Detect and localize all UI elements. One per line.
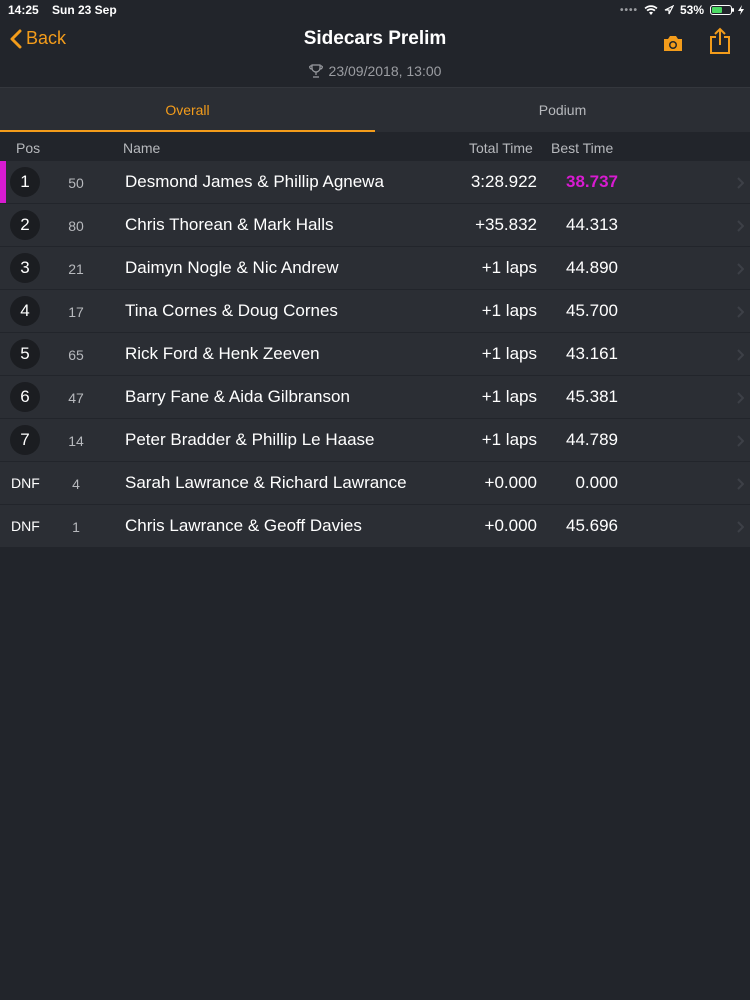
- result-row[interactable]: 6 47 Barry Fane & Aida Gilbranson +1 lap…: [0, 376, 750, 419]
- position-badge: 2: [10, 210, 40, 240]
- chevron-right-icon: [737, 478, 744, 490]
- chevron-right-icon: [737, 306, 744, 318]
- race-number: 17: [68, 304, 84, 320]
- chevron-right-icon: [737, 521, 744, 533]
- position-badge: DNF: [11, 518, 40, 534]
- race-number: 14: [68, 433, 84, 449]
- camera-icon[interactable]: [662, 34, 684, 53]
- position-badge: 4: [10, 296, 40, 326]
- header-best-time: Best Time: [551, 140, 614, 156]
- chevron-right-icon: [737, 349, 744, 361]
- wifi-icon: [644, 4, 658, 15]
- rider-names: Tina Cornes & Doug Cornes: [125, 301, 338, 320]
- race-number: 50: [68, 175, 84, 191]
- total-time: +1 laps: [481, 344, 537, 363]
- position-badge: DNF: [11, 475, 40, 491]
- total-time: +0.000: [484, 473, 537, 492]
- result-row[interactable]: 7 14 Peter Bradder & Phillip Le Haase +1…: [0, 419, 750, 462]
- chevron-right-icon: [737, 263, 744, 275]
- battery-icon: [710, 5, 734, 15]
- best-time: 45.700: [566, 301, 618, 320]
- result-row[interactable]: 4 17 Tina Cornes & Doug Cornes +1 laps 4…: [0, 290, 750, 333]
- tab-overall[interactable]: Overall: [0, 88, 375, 132]
- status-icons: •••• 53%: [620, 3, 744, 17]
- status-time: 14:25: [8, 3, 39, 17]
- race-number: 4: [72, 476, 80, 492]
- page-title: Sidecars Prelim: [303, 28, 447, 49]
- result-row[interactable]: DNF 1 Chris Lawrance & Geoff Davies +0.0…: [0, 505, 750, 548]
- results-list: 1 50 Desmond James & Phillip Agnewa 3:28…: [0, 161, 750, 548]
- chevron-right-icon: [737, 220, 744, 232]
- subtitle-text: 23/09/2018, 13:00: [328, 63, 442, 79]
- rider-names: Sarah Lawrance & Richard Lawrance: [125, 473, 407, 492]
- result-row[interactable]: DNF 4 Sarah Lawrance & Richard Lawrance …: [0, 462, 750, 505]
- total-time: +35.832: [475, 215, 537, 234]
- rider-names: Barry Fane & Aida Gilbranson: [125, 387, 350, 406]
- charging-icon: [738, 5, 744, 15]
- position-badge: 5: [10, 339, 40, 369]
- total-time: +1 laps: [481, 301, 537, 320]
- chevron-right-icon: [737, 435, 744, 447]
- chevron-right-icon: [737, 392, 744, 404]
- signal-dots-icon: ••••: [619, 4, 638, 16]
- race-number: 1: [72, 519, 80, 535]
- result-row[interactable]: 3 21 Daimyn Nogle & Nic Andrew +1 laps 4…: [0, 247, 750, 290]
- rider-names: Chris Thorean & Mark Halls: [125, 215, 334, 234]
- rider-names: Chris Lawrance & Geoff Davies: [125, 516, 362, 535]
- status-date: Sun 23 Sep: [52, 3, 117, 17]
- race-number: 47: [68, 390, 84, 406]
- rider-names: Daimyn Nogle & Nic Andrew: [125, 258, 339, 277]
- navigation-bar: Back Sidecars Prelim 23/09/2018, 13:00: [0, 20, 750, 88]
- results-header: Pos Name Total Time Best Time: [0, 133, 750, 161]
- race-number: 21: [68, 261, 84, 277]
- position-badge: 1: [10, 167, 40, 197]
- header-total-time: Total Time: [469, 140, 533, 156]
- race-number: 65: [68, 347, 84, 363]
- location-icon: [664, 5, 674, 15]
- share-icon[interactable]: [708, 27, 732, 55]
- position-badge: 3: [10, 253, 40, 283]
- header-pos: Pos: [16, 140, 41, 156]
- total-time: +1 laps: [481, 387, 537, 406]
- best-time: 44.313: [566, 215, 618, 234]
- best-time: 43.161: [566, 344, 618, 363]
- best-time: 0.000: [575, 473, 618, 492]
- total-time: +1 laps: [481, 430, 537, 449]
- rider-names: Rick Ford & Henk Zeeven: [125, 344, 320, 363]
- header-name: Name: [123, 140, 161, 156]
- result-row[interactable]: 5 65 Rick Ford & Henk Zeeven +1 laps 43.…: [0, 333, 750, 376]
- total-time: 3:28.922: [470, 172, 537, 191]
- result-row[interactable]: 2 80 Chris Thorean & Mark Halls +35.832 …: [0, 204, 750, 247]
- status-bar: 14:25 Sun 23 Sep •••• 53%: [0, 0, 750, 20]
- fastest-lap-marker: [0, 161, 6, 203]
- tab-bar: Overall Podium: [0, 88, 750, 132]
- best-time: 45.381: [566, 387, 618, 406]
- best-time: 44.890: [566, 258, 618, 277]
- rider-names: Desmond James & Phillip Agnewa: [125, 172, 384, 191]
- trophy-icon: [308, 64, 323, 78]
- total-time: +1 laps: [481, 258, 537, 277]
- total-time: +0.000: [484, 516, 537, 535]
- event-datetime: 23/09/2018, 13:00: [0, 63, 750, 79]
- rider-names: Peter Bradder & Phillip Le Haase: [125, 430, 375, 449]
- result-row[interactable]: 1 50 Desmond James & Phillip Agnewa 3:28…: [0, 161, 750, 204]
- best-time: 38.737: [566, 172, 618, 191]
- tab-podium[interactable]: Podium: [375, 88, 750, 132]
- race-number: 80: [68, 218, 84, 234]
- battery-percent: 53%: [679, 3, 704, 17]
- position-badge: 6: [10, 382, 40, 412]
- best-time: 44.789: [566, 430, 618, 449]
- best-time: 45.696: [566, 516, 618, 535]
- chevron-right-icon: [737, 177, 744, 189]
- position-badge: 7: [10, 425, 40, 455]
